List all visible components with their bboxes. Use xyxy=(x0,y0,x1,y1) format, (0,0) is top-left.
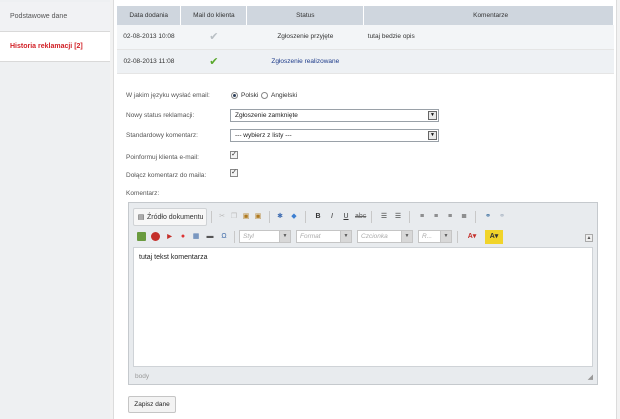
history-header-row: Data dodania Mail do klienta Status Kome… xyxy=(117,6,614,25)
new-status-select[interactable]: Zgłoszenie zamknięte ▼ xyxy=(230,109,439,122)
unlink-icon[interactable]: ⚭ xyxy=(497,210,507,224)
table-row: 02-08-2013 11:08 ✔ Zgłoszenie realizowan… xyxy=(117,49,614,74)
notify-checkbox[interactable]: ✓ xyxy=(230,151,238,159)
sidebar-item-basic-data[interactable]: Podstawowe dane xyxy=(0,2,110,32)
source-icon: ▤ xyxy=(137,214,145,221)
source-button[interactable]: ▤ Źródło dokumentu xyxy=(133,208,207,226)
bg-color-icon[interactable]: A▾ xyxy=(485,230,503,244)
youtube-icon[interactable]: ▶ xyxy=(164,230,175,244)
format-combo[interactable]: Format ▼ xyxy=(296,230,352,243)
editor-path-footer: body xyxy=(135,373,150,380)
standard-comment-select[interactable]: --- wybierz z listy --- ▼ xyxy=(230,129,439,142)
cut-icon[interactable]: ✂ xyxy=(217,210,227,224)
attach-comment-checkbox[interactable]: ✓ xyxy=(230,169,238,177)
column-header-comments: Komentarze xyxy=(363,6,614,25)
table-icon[interactable]: ▦ xyxy=(191,230,201,244)
resize-handle-icon[interactable]: ◢ xyxy=(588,373,593,381)
standard-comment-value: --- wybierz z listy --- xyxy=(235,132,292,139)
style-combo[interactable]: Styl ▼ xyxy=(239,230,291,243)
notify-label: Poinformuj klienta e-mail: xyxy=(126,154,199,161)
row-status: Zgłoszenie realizowane xyxy=(246,49,364,74)
row-comment: tutaj bedzie opis xyxy=(363,25,614,50)
new-status-value: Zgłoszenie zamknięte xyxy=(235,112,298,119)
dropdown-arrow-icon[interactable]: ▼ xyxy=(428,111,437,120)
align-left-icon[interactable]: ≡ xyxy=(417,210,427,224)
image-icon[interactable] xyxy=(137,232,146,241)
strike-icon[interactable]: abc xyxy=(355,210,366,224)
format-placeholder: Format xyxy=(300,233,321,240)
font-placeholder: Czcionka xyxy=(361,233,388,240)
style-placeholder: Styl xyxy=(243,233,254,240)
column-header-date: Data dodania xyxy=(117,6,182,25)
radio-english-label[interactable]: Angielski xyxy=(271,92,297,99)
flash-icon[interactable] xyxy=(151,232,160,241)
font-combo[interactable]: Czcionka ▼ xyxy=(357,230,413,243)
main-panel: Data dodania Mail do klienta Status Kome… xyxy=(113,0,617,419)
size-placeholder: R... xyxy=(422,233,433,240)
underline-icon[interactable]: U xyxy=(341,210,351,224)
source-label: Źródło dokumentu xyxy=(147,214,204,221)
column-header-mail: Mail do klienta xyxy=(180,6,248,25)
map-pin-icon[interactable]: ● xyxy=(179,230,187,244)
check-green-icon: ✔ xyxy=(209,55,219,68)
italic-icon[interactable]: I xyxy=(327,210,337,224)
sidebar-item-complaint-history[interactable]: Historia reklamacji [2] xyxy=(0,32,110,62)
numbered-list-icon[interactable]: ☰ xyxy=(379,210,389,224)
standard-comment-label: Standardowy komentarz: xyxy=(126,132,198,139)
history-table: Data dodania Mail do klienta Status Kome… xyxy=(117,6,614,74)
justify-icon[interactable]: ≣ xyxy=(459,210,469,224)
rich-text-editor: ▤ Źródło dokumentu ✂ ❐ ▣ ▣ ✱ ◆ B I U abc… xyxy=(128,202,598,385)
radio-english[interactable] xyxy=(261,92,268,99)
text-color-icon[interactable]: A▾ xyxy=(463,230,481,244)
bold-icon[interactable]: B xyxy=(313,210,323,224)
hr-icon[interactable]: ▬ xyxy=(205,230,215,244)
paste-text-icon[interactable]: ▣ xyxy=(253,210,263,224)
size-combo[interactable]: R... ▼ xyxy=(418,230,452,243)
spellcheck-icon[interactable]: ✱ xyxy=(275,210,285,224)
attach-comment-label: Dołącz komentarz do maila: xyxy=(126,172,207,179)
column-header-status: Status xyxy=(246,6,365,25)
language-label: W jakim języku wysłać email: xyxy=(126,92,210,99)
row-comment xyxy=(363,49,614,74)
link-icon[interactable]: ⚭ xyxy=(483,210,493,224)
row-date: 02-08-2013 11:08 xyxy=(117,49,181,74)
row-mail-status: ✔ xyxy=(180,25,247,50)
editor-content-area[interactable]: tutaj tekst komentarza xyxy=(133,247,593,367)
dropdown-arrow-icon[interactable]: ▼ xyxy=(340,231,351,242)
eraser-icon[interactable]: ◆ xyxy=(289,210,299,224)
editor-toolbar-row-1: ▤ Źródło dokumentu ✂ ❐ ▣ ▣ ✱ ◆ B I U abc… xyxy=(133,208,593,226)
editor-toolbar-row-2: ▶ ● ▦ ▬ Ω Styl ▼ Format ▼ Czcionka ▼ R..… xyxy=(133,228,593,246)
dropdown-arrow-icon[interactable]: ▼ xyxy=(401,231,412,242)
table-row: 02-08-2013 10:08 ✔ Zgłoszenie przyjęte t… xyxy=(117,25,614,50)
sidebar: Podstawowe dane Historia reklamacji [2] xyxy=(0,0,110,419)
dropdown-arrow-icon[interactable]: ▼ xyxy=(279,231,290,242)
comment-label: Komentarz: xyxy=(126,190,160,197)
dropdown-arrow-icon[interactable]: ▼ xyxy=(428,131,437,140)
radio-polish-label[interactable]: Polski xyxy=(241,92,258,99)
align-center-icon[interactable]: ≡ xyxy=(431,210,441,224)
radio-polish[interactable] xyxy=(231,92,238,99)
row-date: 02-08-2013 10:08 xyxy=(117,25,181,50)
dropdown-arrow-icon[interactable]: ▼ xyxy=(440,231,451,242)
row-status: Zgłoszenie przyjęte xyxy=(246,25,364,50)
align-right-icon[interactable]: ≡ xyxy=(445,210,455,224)
row-mail-status: ✔ xyxy=(180,49,247,74)
bullet-list-icon[interactable]: ☰ xyxy=(393,210,403,224)
check-gray-icon: ✔ xyxy=(209,31,219,44)
special-char-icon[interactable]: Ω xyxy=(219,230,229,244)
paste-icon[interactable]: ▣ xyxy=(241,210,251,224)
collapse-toolbar-icon[interactable]: ▲ xyxy=(585,234,593,242)
copy-icon[interactable]: ❐ xyxy=(229,210,239,224)
new-status-label: Nowy status reklamacji: xyxy=(126,112,195,119)
save-button[interactable]: Zapisz dane xyxy=(128,396,176,413)
